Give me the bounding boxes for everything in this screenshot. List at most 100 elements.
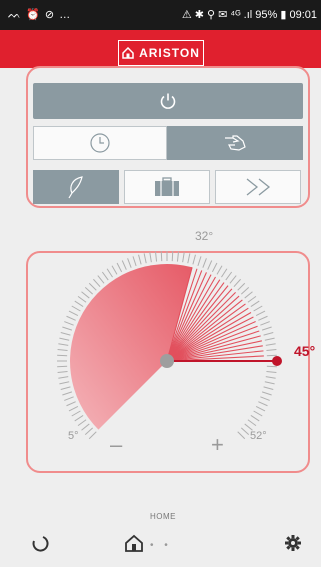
page-dots: • • (150, 540, 172, 551)
dial-tick (266, 354, 277, 357)
dial-end-label: 52° (250, 430, 267, 442)
dial-tick (265, 343, 276, 346)
dial-tick (266, 370, 277, 373)
dial-tick (253, 305, 263, 312)
dial-tick (247, 295, 257, 303)
dial-tick (182, 252, 185, 263)
dial-tick (264, 381, 275, 385)
dial-tick (57, 349, 68, 352)
dial-tick (266, 365, 277, 368)
dial-current-value: 45° (294, 343, 316, 359)
dial-tick (121, 260, 127, 270)
dial-tick (263, 332, 274, 336)
dial-tick (202, 258, 207, 268)
dial-tick (237, 431, 246, 440)
decrease-button[interactable]: – (110, 432, 122, 458)
dial-tick (260, 396, 270, 401)
dial-tick (97, 275, 105, 284)
dial-tick (68, 310, 79, 317)
dial-tick (88, 282, 97, 291)
dial-tick (62, 391, 73, 396)
dial-tick (261, 326, 272, 331)
dial-tick (258, 401, 268, 407)
dial-tick (211, 262, 218, 273)
dial-tick (197, 256, 202, 267)
dial-tick (264, 337, 275, 341)
dial-tick (176, 251, 179, 262)
dial-tick (57, 365, 68, 368)
dial-tick (187, 253, 191, 264)
gear-icon[interactable] (284, 534, 302, 552)
dial-tick (255, 310, 266, 317)
dial-tick (244, 291, 253, 299)
dial-tick (66, 401, 76, 407)
dial-tick (58, 343, 69, 346)
dial-tick (132, 256, 137, 267)
dial-tick (265, 376, 276, 379)
dial-tick (74, 300, 84, 307)
dial-tick (58, 376, 69, 379)
increase-button[interactable]: + (211, 432, 224, 458)
dial-tick (101, 271, 109, 281)
temperature-dial[interactable] (0, 0, 321, 567)
dial-tick (116, 262, 123, 273)
dial-tick (260, 321, 270, 326)
dial-center-hub (160, 354, 174, 368)
dial-tick (258, 315, 268, 321)
nav-home-label: HOME (150, 512, 176, 521)
dial-tick (255, 405, 266, 412)
dial-tick (93, 278, 101, 288)
dial-tick (127, 258, 132, 268)
dial-tick (216, 265, 223, 275)
dial-tick (253, 410, 263, 417)
dial-tick (240, 427, 250, 435)
dial-tick (225, 271, 233, 281)
dial-tick (261, 391, 272, 396)
dial-tick (59, 337, 70, 341)
dial-tick (84, 427, 94, 435)
dial-min-label: 5° (68, 430, 79, 442)
dial-tick (155, 251, 158, 262)
dial-tick (57, 354, 68, 357)
dial-tick (62, 326, 73, 331)
dial-tick (240, 287, 250, 295)
dial-tick (59, 381, 70, 385)
dial-tick (233, 278, 241, 288)
dial-max-label: 32° (195, 229, 214, 243)
dial-tick (64, 396, 74, 401)
dial-tick (81, 423, 90, 431)
dial-tick (60, 332, 71, 336)
dial-tick (74, 415, 84, 422)
dial-tick (237, 282, 246, 291)
dial-tick (84, 287, 94, 295)
dial-tick (77, 295, 87, 303)
dial-tick (143, 253, 147, 264)
dial-tick (229, 275, 237, 284)
dial-tick (71, 410, 81, 417)
dial-tick (247, 419, 257, 427)
refresh-icon[interactable] (30, 534, 50, 554)
dial-tick (263, 386, 274, 390)
dial-tick (250, 415, 260, 422)
dial-tick (71, 305, 81, 312)
dial-tick (250, 300, 260, 307)
dial-tick (221, 268, 228, 278)
home-nav-icon[interactable] (125, 534, 143, 552)
dial-tick (266, 349, 277, 352)
dial-tick (171, 251, 174, 262)
dial-tick (192, 254, 196, 265)
dial-tick (111, 265, 118, 275)
dial-tick (88, 431, 97, 440)
dial-tick (149, 252, 152, 263)
dial-tick (60, 386, 71, 390)
dial-tick (57, 370, 68, 373)
dial-tick (64, 321, 74, 326)
dial-tick (160, 251, 163, 262)
dial-tick (77, 419, 87, 427)
dial-tick (106, 268, 113, 278)
dial-tick (66, 315, 76, 321)
dial-tick (138, 254, 142, 265)
dial-handle (272, 356, 282, 366)
dial-tick (81, 291, 90, 299)
dial-tick (68, 405, 79, 412)
